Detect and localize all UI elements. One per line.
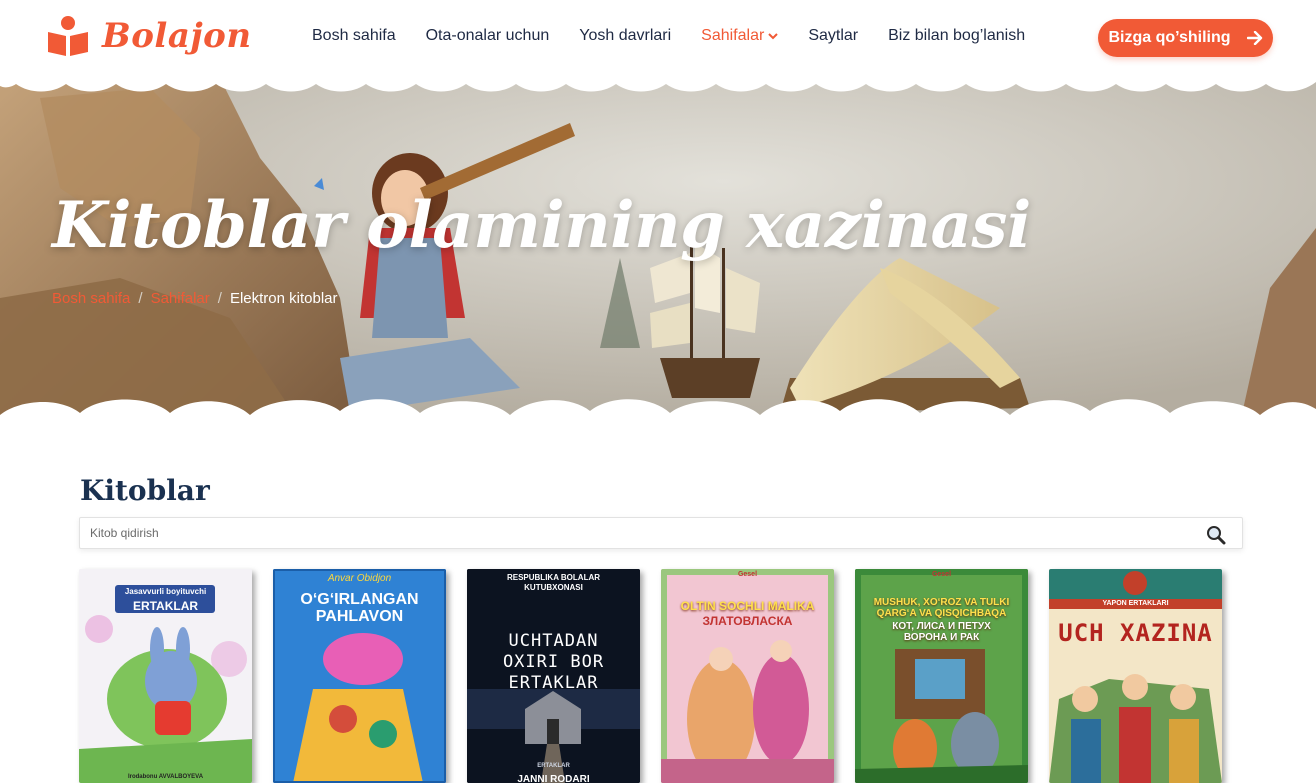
logo[interactable]: Bolajon	[46, 14, 252, 58]
nav-pages[interactable]: Sahifalar	[701, 27, 779, 45]
book-subtitle: ЗЛАТОВЛАСКА	[702, 614, 793, 628]
nav-home[interactable]: Bosh sahifa	[312, 27, 396, 45]
hero-title: Kitoblar olamining xazinasi	[52, 188, 1031, 263]
nav-contact[interactable]: Biz bilan bog’lanish	[888, 27, 1025, 45]
join-button[interactable]: Bizga qo’shiling	[1098, 19, 1273, 57]
search-icon[interactable]	[1206, 525, 1226, 545]
book-card[interactable]: RESPUBLIKA BOLALAR KUTUBXONASI UCHTADAN …	[467, 569, 640, 783]
book-author: Gesel	[931, 571, 952, 578]
breadcrumb: Bosh sahifa / Sahifalar / Elektron kitob…	[52, 290, 338, 307]
book-card[interactable]: Jasavvurli boyituvchi ERTAKLAR Irodabonu…	[79, 569, 252, 783]
book-author: Gesel	[737, 571, 758, 578]
breadcrumb-home[interactable]: Bosh sahifa	[52, 290, 130, 307]
breadcrumb-pages[interactable]: Sahifalar	[151, 290, 210, 307]
breadcrumb-separator: /	[217, 290, 222, 307]
book-author: YAPON ERTAKLARI	[1102, 600, 1169, 607]
book-card[interactable]: YAPON ERTAKLARI UCH XAZINA	[1049, 569, 1222, 783]
book-title: UCH XAZINA	[1058, 619, 1213, 647]
join-button-label: Bizga qo’shiling	[1108, 29, 1231, 46]
book-title: ERTAKLAR	[132, 599, 199, 613]
nav-pages-label: Sahifalar	[701, 27, 765, 44]
book-search-bar	[79, 517, 1243, 549]
cloud-divider-top	[0, 78, 1316, 92]
brand-name: Bolajon	[102, 16, 252, 56]
book-footer-author: JANNI RODARI	[517, 774, 590, 783]
book-title: UCHTADAN OXIRI BOR ERTAKLAR	[502, 631, 605, 693]
site-header: Bolajon Bosh sahifa Ota-onalar uchun Yos…	[0, 0, 1316, 78]
book-grid: Jasavvurli boyituvchi ERTAKLAR Irodabonu…	[79, 569, 1222, 783]
book-title: O‘G‘IRLANGAN PAHLAVON	[300, 591, 419, 625]
book-footer: ERTAKLAR	[537, 763, 570, 769]
book-footer: Irodabonu AVVALBOYEVA	[127, 774, 204, 780]
book-card[interactable]: Gesel OLTIN SOCHLI MALIKA ЗЛАТОВЛАСКА	[661, 569, 834, 783]
section-title: Kitoblar	[80, 474, 210, 507]
book-card[interactable]: Anvar Obidjon O‘G‘IRLANGAN PAHLAVON	[273, 569, 446, 783]
book-author: Jasavvurli boyituvchi	[124, 587, 207, 596]
book-title: OLTIN SOCHLI MALIKA	[680, 599, 815, 613]
breadcrumb-current: Elektron kitoblar	[229, 290, 338, 307]
book-card[interactable]: Gesel MUSHUK, XO‘ROZ VA TULKI QARG‘A VA …	[855, 569, 1028, 783]
chevron-down-icon	[768, 33, 779, 40]
breadcrumb-separator: /	[138, 290, 143, 307]
cloud-divider-bottom	[0, 399, 1316, 423]
book-subtitle: КОТ, ЛИСА И ПЕТУХ ВОРОНА И РАК	[892, 621, 991, 643]
main-nav: Bosh sahifa Ota-onalar uchun Yosh davrla…	[312, 27, 1055, 45]
nav-sites[interactable]: Saytlar	[808, 27, 858, 45]
arrow-right-icon	[1246, 31, 1262, 45]
book-title: MUSHUK, XO‘ROZ VA TULKI QARG‘A VA QISQIC…	[873, 597, 1010, 619]
book-author: Anvar Obidjon	[327, 573, 392, 584]
nav-age-periods[interactable]: Yosh davrlari	[579, 27, 671, 45]
book-author: RESPUBLIKA BOLALAR KUTUBXONASI	[506, 573, 601, 592]
hero-banner: Kitoblar olamining xazinasi Bosh sahifa …	[0, 78, 1316, 423]
nav-parents[interactable]: Ota-onalar uchun	[426, 27, 550, 45]
book-logo-icon	[48, 16, 88, 56]
book-search-input[interactable]	[80, 518, 1180, 548]
